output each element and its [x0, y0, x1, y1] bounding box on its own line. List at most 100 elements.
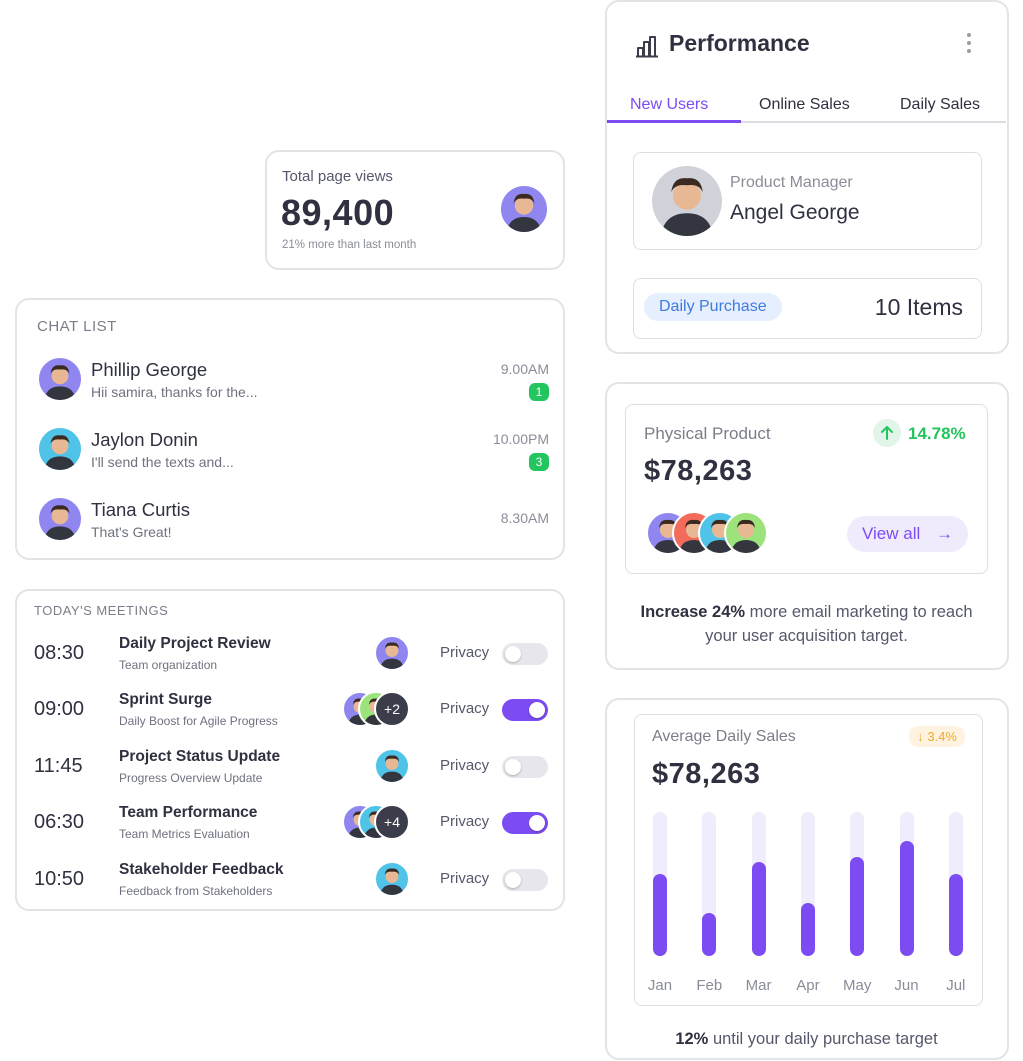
person-role: Product Manager — [730, 174, 853, 191]
views-label: Total page views — [282, 168, 393, 185]
chat-name: Tiana Curtis — [91, 499, 191, 520]
meeting-subtitle: Progress Overview Update — [119, 771, 263, 785]
privacy-toggle[interactable] — [502, 869, 548, 891]
bar-apr[interactable] — [800, 902, 815, 956]
chat-name: Jaylon Donin — [91, 429, 198, 450]
bar-jan[interactable] — [653, 873, 667, 956]
chat-message: I'll send the texts and... — [91, 454, 234, 470]
toggle-knob — [529, 815, 545, 831]
toggle-knob — [505, 646, 521, 662]
avatar — [374, 635, 410, 671]
meeting-row[interactable]: 08:30 Daily Project Review Team organiza… — [17, 632, 563, 688]
tab-daily-sales[interactable]: Daily Sales — [900, 96, 980, 114]
toggle-knob — [505, 759, 521, 775]
sales-note-rest: until your daily purchase target — [712, 1030, 938, 1048]
chat-list-card: CHAT LIST Phillip George Hii samira, tha… — [15, 298, 565, 560]
tick-label-jun: Jun — [894, 977, 919, 994]
avatar — [724, 511, 768, 555]
chat-message: That's Great! — [91, 524, 172, 540]
bar-feb[interactable] — [702, 912, 717, 956]
arrow-up-icon — [873, 419, 901, 447]
bar-may[interactable] — [850, 856, 865, 956]
average-daily-sales-card: Average Daily Sales ↓ 3.4% $78,263 Jan Fe… — [605, 698, 1009, 1060]
tick-label-jan: Jan — [647, 977, 673, 994]
sales-label: Average Daily Sales — [652, 728, 796, 745]
avatar — [652, 166, 722, 236]
meeting-title: Sprint Surge — [119, 691, 213, 708]
chat-item-jaylon-donin[interactable]: Jaylon Donin I'll send the texts and... … — [17, 426, 563, 488]
physical-product-card: Physical Product 14.78% $78,263 View all… — [605, 382, 1009, 670]
tab-new-users[interactable]: New Users — [630, 96, 708, 114]
tick-label-apr: Apr — [796, 977, 820, 994]
sales-change-badge: ↓ 3.4% — [909, 726, 965, 747]
avatar — [374, 748, 410, 784]
meeting-subtitle: Daily Boost for Agile Progress — [119, 714, 278, 728]
views-value: 89,400 — [281, 192, 395, 233]
chat-time: 9.00AM — [500, 361, 549, 377]
total-page-views-card: Total page views 89,400 21% more than la… — [265, 150, 565, 270]
note-line2: your user acquisition target. — [705, 627, 908, 645]
meeting-title: Stakeholder Feedback — [119, 861, 284, 878]
meetings-title: TODAY'S MEETINGS — [34, 603, 169, 618]
performance-card: Performance New Users Online Sales Daily… — [605, 0, 1009, 354]
avatar — [499, 184, 549, 234]
chat-item-phillip-george[interactable]: Phillip George Hii samira, thanks for th… — [17, 356, 563, 418]
view-all-button[interactable]: View all → — [847, 516, 968, 552]
privacy-label: Privacy — [440, 700, 490, 717]
person-name: Angel George — [730, 201, 860, 224]
note-strong: Increase 24% — [640, 603, 746, 621]
chat-time: 10.00PM — [492, 431, 549, 447]
more-attendees-badge: +4 — [374, 804, 410, 840]
product-manager-box: Product Manager Angel George — [633, 152, 982, 250]
meeting-title: Daily Project Review — [119, 635, 271, 652]
avatar — [37, 496, 83, 542]
privacy-toggle[interactable] — [502, 756, 548, 778]
tab-active-indicator — [607, 120, 741, 123]
tick-label-jul: Jul — [946, 977, 966, 994]
privacy-label: Privacy — [440, 644, 490, 661]
privacy-label: Privacy — [440, 757, 490, 774]
tab-online-sales[interactable]: Online Sales — [759, 96, 850, 114]
privacy-toggle[interactable] — [502, 812, 548, 834]
meeting-row[interactable]: 10:50 Stakeholder Feedback Feedback from… — [17, 858, 563, 914]
physical-value: $78,263 — [644, 455, 753, 487]
privacy-toggle[interactable] — [502, 643, 548, 665]
views-subtitle: 21% more than last month — [282, 239, 417, 251]
physical-label: Physical Product — [644, 424, 771, 443]
meeting-row[interactable]: 06:30 Team Performance Team Metrics Eval… — [17, 801, 563, 857]
privacy-label: Privacy — [440, 813, 490, 830]
daily-purchase-box: Daily Purchase 10 Items — [633, 278, 982, 339]
meeting-row[interactable]: 11:45 Project Status Update Progress Ove… — [17, 745, 563, 801]
todays-meetings-card: TODAY'S MEETINGS 08:30 Daily Project Rev… — [15, 589, 565, 911]
note-line1: more email marketing to reach — [749, 603, 973, 621]
tick-label-may: May — [843, 977, 872, 994]
chat-item-tiana-curtis[interactable]: Tiana Curtis That's Great! 8.30AM — [17, 496, 563, 558]
sales-note: 12% until your daily purchase target — [607, 1030, 1006, 1049]
arrow-right-icon: → — [936, 524, 953, 543]
bar-jun[interactable] — [899, 840, 914, 956]
chat-message: Hii samira, thanks for the... — [91, 384, 258, 400]
toggle-knob — [529, 702, 545, 718]
meeting-time: 10:50 — [34, 868, 85, 890]
sales-chart-box: Average Daily Sales ↓ 3.4% $78,263 Jan Fe… — [634, 714, 983, 1006]
avatar — [37, 356, 83, 402]
meeting-time: 06:30 — [34, 811, 85, 833]
physical-change: 14.78% — [908, 424, 966, 443]
meeting-title: Team Performance — [119, 804, 258, 821]
meeting-row[interactable]: 09:00 Sprint Surge Daily Boost for Agile… — [17, 688, 563, 744]
view-all-label: View all — [862, 524, 921, 543]
meeting-time: 09:00 — [34, 698, 85, 720]
bar-mar[interactable] — [751, 862, 766, 956]
bar-chart-icon — [635, 34, 661, 58]
tick-label-feb: Feb — [696, 977, 723, 994]
purchase-items-value: 10 Items — [874, 294, 963, 320]
avatar — [37, 426, 83, 472]
more-vertical-icon[interactable] — [963, 32, 975, 56]
meeting-time: 11:45 — [34, 755, 83, 777]
meeting-subtitle: Team Metrics Evaluation — [119, 827, 250, 841]
chat-name: Phillip George — [91, 359, 208, 380]
daily-purchase-pill: Daily Purchase — [644, 293, 782, 321]
privacy-toggle[interactable] — [502, 699, 548, 721]
bar-jul[interactable] — [948, 873, 963, 956]
meeting-time: 08:30 — [34, 642, 85, 664]
